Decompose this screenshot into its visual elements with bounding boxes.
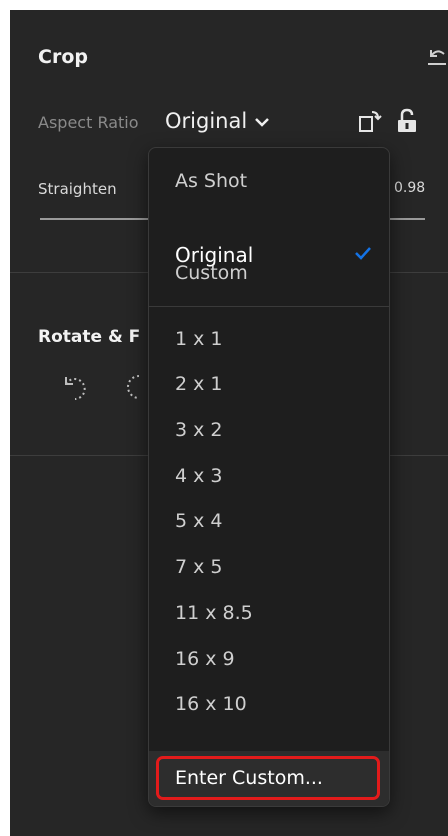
crop-header: Crop [38,46,88,68]
menu-item-2x1[interactable]: 2 x 1 [175,373,223,395]
menu-item-11x8.5[interactable]: 11 x 8.5 [175,602,253,624]
enter-custom-button[interactable]: Enter Custom... [156,756,380,800]
menu-item-7x5[interactable]: 7 x 5 [175,556,223,578]
chevron-down-icon[interactable] [254,116,270,128]
menu-item-1x1[interactable]: 1 x 1 [175,328,223,350]
straighten-label: Straighten [38,180,117,198]
aspect-ratio-select[interactable]: Original [165,109,247,133]
reset-icon[interactable] [425,44,448,68]
lock-icon[interactable] [396,108,418,134]
aspect-ratio-dropdown-menu: As Shot Original Custom 1 x 1 2 x 1 3 x … [148,147,390,807]
menu-item-4x3[interactable]: 4 x 3 [175,465,223,487]
menu-item-16x9[interactable]: 16 x 9 [175,648,235,670]
menu-item-as-shot[interactable]: As Shot [175,170,247,192]
menu-separator [149,306,389,307]
menu-item-3x2[interactable]: 3 x 2 [175,419,223,441]
menu-item-5x4[interactable]: 5 x 4 [175,510,223,532]
aspect-ratio-label: Aspect Ratio [38,113,139,132]
straighten-value[interactable]: 0.98 [394,180,425,196]
rotate-left-icon[interactable] [60,372,90,402]
menu-item-custom[interactable]: Custom [175,262,248,284]
menu-item-16x10[interactable]: 16 x 10 [175,693,247,715]
rotate-flip-header: Rotate & F [38,327,141,347]
swap-orientation-icon[interactable] [356,108,382,134]
checkmark-icon [355,247,371,260]
